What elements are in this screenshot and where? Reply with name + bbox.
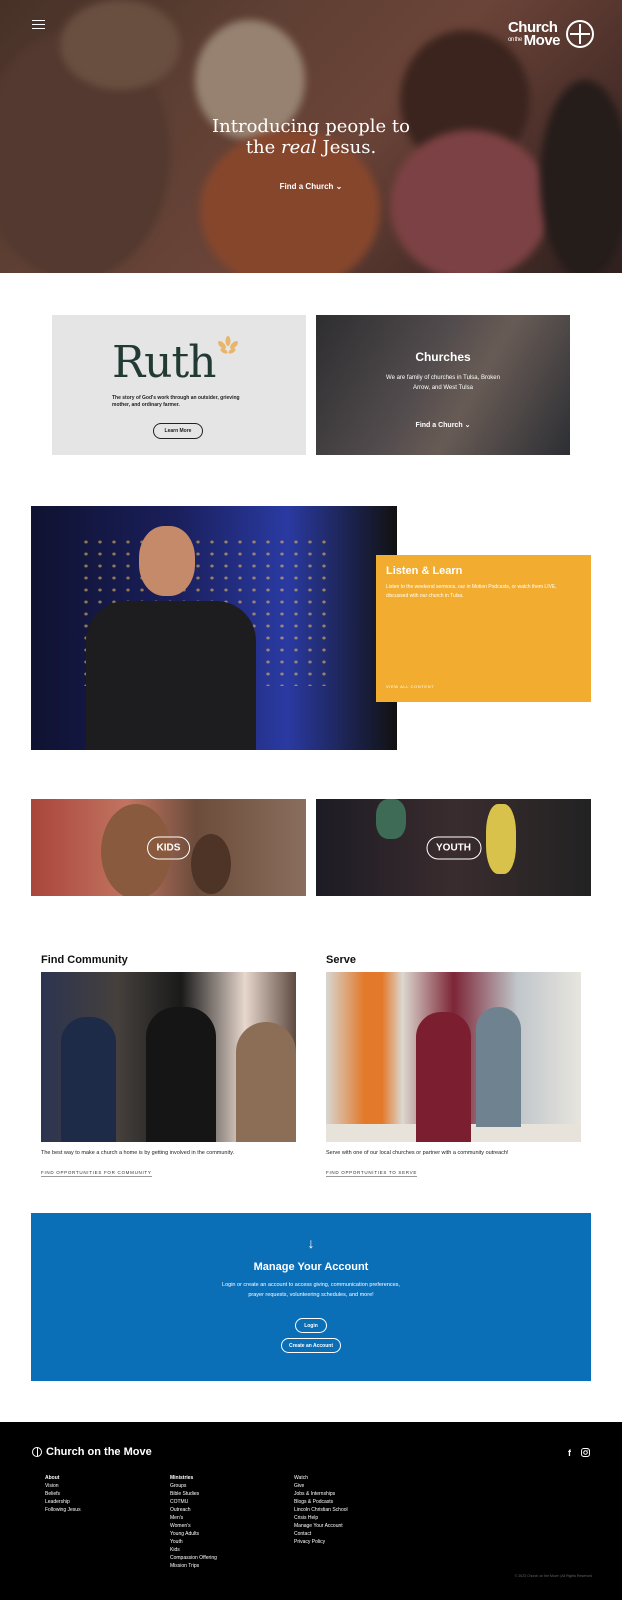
ruth-promo-card[interactable]: Ruth The story of God's work through an … (52, 315, 306, 455)
kids-photo-child (191, 834, 231, 894)
listen-learn-card[interactable]: Listen & Learn Listen to the weekend ser… (376, 555, 591, 702)
community-photo-person (236, 1022, 296, 1142)
ruth-description: The story of God's work through an outsi… (112, 395, 240, 408)
footer-link[interactable]: Bible Studies (170, 1490, 217, 1498)
footer-link[interactable]: Mission Trips (170, 1562, 217, 1570)
footer-col-heading: Ministries (170, 1475, 194, 1481)
manage-account-section: ↓ Manage Your Account Login or create an… (31, 1213, 591, 1381)
footer-link[interactable]: Give (294, 1482, 348, 1490)
pastor-photo (31, 506, 397, 750)
ruth-logo: Ruth (112, 337, 216, 388)
brand-logo[interactable]: Church on the Move (508, 20, 594, 48)
footer-col-resources: Watch Give Jobs & Internships Blogs & Podca… (294, 1474, 348, 1546)
footer-link[interactable]: COTMU (170, 1498, 217, 1506)
serve-photo-volunteer (476, 1007, 521, 1127)
footer-link[interactable]: Vision (45, 1482, 81, 1490)
footer-link[interactable]: Privacy Policy (294, 1538, 348, 1546)
community-photo (41, 972, 296, 1142)
serve-text: Serve with one of our local churches or … (326, 1150, 509, 1156)
footer-col-ministries: Ministries Groups Bible Studies COTMU Outrea… (170, 1474, 217, 1570)
account-title: Manage Your Account (253, 1261, 369, 1273)
pastor-head (139, 526, 195, 596)
footer-link[interactable]: Crisis Help (294, 1514, 348, 1522)
footer-link[interactable]: Contact (294, 1530, 348, 1538)
footer-link[interactable]: Compassion Offering (170, 1554, 217, 1562)
find-church-button[interactable]: Find a Church ⌄ (0, 182, 622, 191)
youth-photo-dancer (376, 799, 406, 839)
footer-col-heading: About (45, 1475, 60, 1481)
footer-link[interactable]: Groups (170, 1482, 217, 1490)
wheat-icon (218, 336, 238, 354)
login-button[interactable]: Login (295, 1318, 327, 1333)
account-text: Login or create an account to access giv… (222, 1282, 400, 1298)
footer-link[interactable]: Outreach (170, 1506, 217, 1514)
footer-link[interactable]: Leadership (45, 1498, 81, 1506)
footer-link[interactable]: Young Adults (170, 1530, 217, 1538)
brand-wordmark: Church on the Move (507, 18, 561, 49)
footer-link[interactable]: Youth (170, 1538, 217, 1546)
churches-card[interactable]: Churches We are family of churches in Tu… (316, 315, 570, 455)
churches-find-button[interactable]: Find a Church ⌄ (316, 421, 570, 429)
churches-description: We are family of churches in Tulsa, Brok… (386, 375, 500, 391)
serve-photo (326, 972, 581, 1142)
community-photo-person (61, 1017, 116, 1142)
footer-link[interactable]: Blogs & Podcasts (294, 1498, 348, 1506)
footer-link[interactable]: Beliefs (45, 1490, 81, 1498)
listen-learn-text: Listen to the weekend sermons, our in Mo… (386, 584, 557, 599)
instagram-icon[interactable] (581, 1448, 590, 1459)
footer: Church on the Move f About Vision Beliefs L… (0, 1422, 622, 1600)
serve-link[interactable]: FIND OPPORTUNITIES TO SERVE (326, 1170, 418, 1177)
footer-link[interactable]: Watch (294, 1474, 348, 1482)
churches-title: Churches (415, 350, 471, 364)
hero-title: Introducing people to the real Jesus. (212, 116, 410, 158)
serve-photo-volunteer (416, 1012, 471, 1142)
chevron-down-icon: ⌄ (464, 422, 471, 429)
menu-icon[interactable] (32, 20, 45, 30)
footer-col-about: About Vision Beliefs Leadership Following Je… (45, 1474, 81, 1514)
youth-tile[interactable]: YOUTH (316, 799, 591, 896)
footer-link[interactable]: Manage Your Account (294, 1522, 348, 1530)
youth-photo-dancer (486, 804, 516, 874)
footer-link[interactable]: Following Jesus (45, 1506, 81, 1514)
hero-section: Church on the Move Introducing people to … (0, 0, 622, 273)
pastor-figure (86, 601, 256, 750)
footer-link[interactable]: Kids (170, 1546, 217, 1554)
social-links: f (568, 1448, 590, 1459)
footer-link[interactable]: Women's (170, 1522, 217, 1530)
community-title: Find Community (41, 954, 128, 966)
footer-brand[interactable]: Church on the Move (32, 1446, 152, 1458)
community-link[interactable]: FIND OPPORTUNITIES FOR COMMUNITY (41, 1170, 152, 1177)
globe-icon (566, 20, 594, 48)
kids-label[interactable]: KIDS (146, 836, 191, 859)
community-text: The best way to make a church a home is … (41, 1150, 235, 1156)
create-account-button[interactable]: Create an Account (281, 1338, 341, 1353)
community-photo-person (146, 1007, 216, 1142)
footer-link[interactable]: Men's (170, 1514, 217, 1522)
footer-link[interactable]: Lincoln Christian School (294, 1506, 348, 1514)
youth-label[interactable]: YOUTH (426, 836, 481, 859)
arrow-down-icon: ↓ (307, 1235, 315, 1251)
footer-link[interactable]: Jobs & Internships (294, 1490, 348, 1498)
view-all-content-link[interactable]: VIEW ALL CONTENT (386, 684, 434, 689)
facebook-icon[interactable]: f (568, 1448, 571, 1459)
learn-more-button[interactable]: Learn More (153, 423, 203, 439)
kids-tile[interactable]: KIDS (31, 799, 306, 896)
serve-title: Serve (326, 954, 356, 966)
globe-icon (32, 1447, 42, 1457)
chevron-down-icon: ⌄ (335, 182, 343, 191)
listen-learn-title: Listen & Learn (386, 565, 463, 577)
copyright: © 2023 Church on the Move | All Rights R… (514, 1574, 592, 1578)
